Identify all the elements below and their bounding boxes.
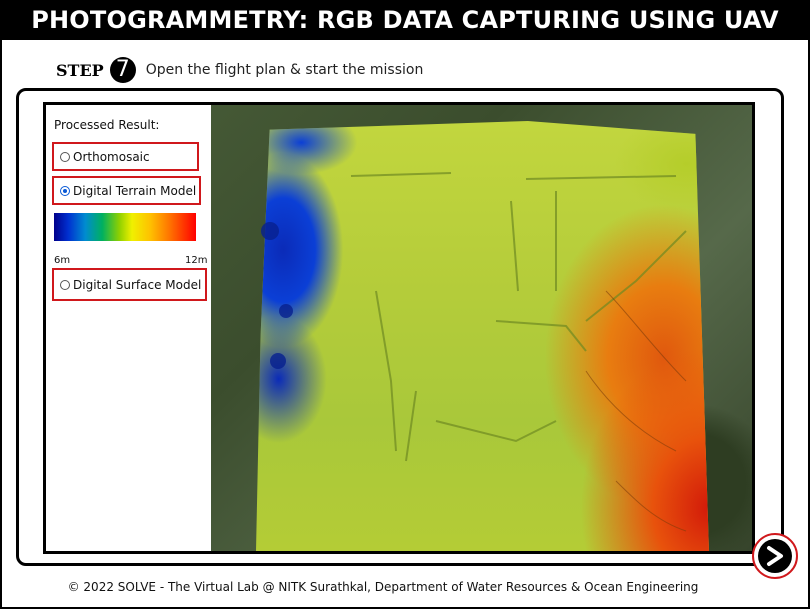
orthomosaic-radio[interactable]	[60, 151, 70, 162]
step-instruction: Open the flight plan & start the mission	[145, 62, 424, 78]
digital-terrain-model-label: Digital Terrain Model	[73, 183, 197, 198]
colorbar-min-label: 6m	[54, 255, 71, 266]
next-arrow-icon	[758, 539, 792, 573]
next-button[interactable]	[752, 533, 798, 579]
elevation-colorbar	[54, 213, 196, 241]
page-title: PHOTOGRAMMETRY: RGB DATA CAPTURING USING…	[0, 0, 810, 40]
orthomosaic-label: Orthomosaic	[73, 149, 150, 164]
digital-surface-model-radio[interactable]	[60, 279, 70, 290]
digital-surface-model-label: Digital Surface Model	[73, 277, 202, 292]
digital-terrain-model-radio[interactable]	[60, 185, 70, 196]
step-header: STEP 7 Open the flight plan & start the …	[56, 54, 423, 86]
result-panel: Processed Result: Orthomosaic Digital Te…	[46, 105, 211, 551]
step-label: STEP	[56, 60, 104, 80]
footer-text: © 2022 SOLVE - The Virtual Lab @ NITK Su…	[67, 580, 699, 594]
digital-surface-model-option[interactable]: Digital Surface Model	[52, 268, 207, 301]
panel-title: Processed Result:	[54, 118, 160, 132]
orthomosaic-option[interactable]: Orthomosaic	[52, 142, 199, 171]
map-viewer: Processed Result: Orthomosaic Digital Te…	[43, 102, 755, 554]
terrain-features	[261, 172, 687, 532]
digital-terrain-model-option[interactable]: Digital Terrain Model	[52, 176, 201, 205]
colorbar-max-label: 12m	[185, 255, 208, 266]
step-number-badge: 7	[109, 57, 136, 83]
